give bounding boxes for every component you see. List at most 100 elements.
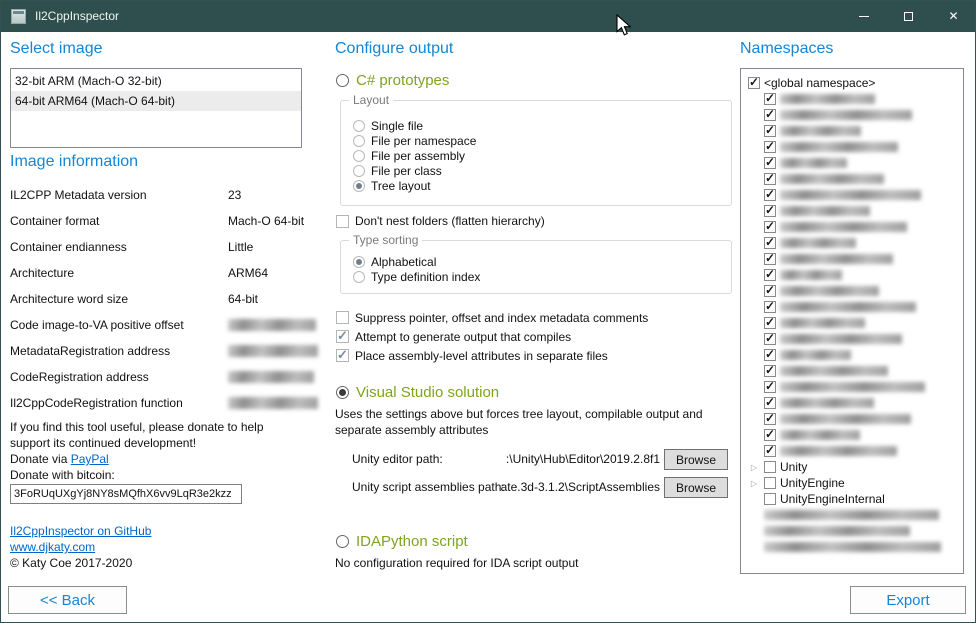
- checkbox-icon[interactable]: [764, 413, 776, 425]
- checkbox-icon[interactable]: [764, 125, 776, 137]
- browse-unity-editor-button[interactable]: Browse: [664, 449, 728, 470]
- namespace-row[interactable]: [748, 347, 963, 363]
- radio-option[interactable]: Tree layout: [353, 178, 723, 193]
- namespace-row[interactable]: [748, 155, 963, 171]
- namespace-row[interactable]: [748, 235, 963, 251]
- redacted-namespace: [780, 302, 916, 312]
- checkbox-icon[interactable]: [764, 333, 776, 345]
- visual-studio-solution-radio[interactable]: Visual Studio solution: [336, 384, 499, 401]
- info-row: CodeRegistration address: [10, 364, 322, 390]
- redacted-namespace: [780, 318, 865, 328]
- github-link[interactable]: Il2CppInspector on GitHub: [10, 524, 151, 538]
- paypal-link[interactable]: PayPal: [71, 452, 109, 466]
- namespace-row[interactable]: [748, 507, 963, 523]
- namespace-row[interactable]: [748, 427, 963, 443]
- image-list[interactable]: 32-bit ARM (Mach-O 32-bit)64-bit ARM64 (…: [10, 68, 302, 148]
- namespace-row[interactable]: [748, 315, 963, 331]
- checkbox-icon[interactable]: [764, 285, 776, 297]
- namespace-row[interactable]: [748, 171, 963, 187]
- radio-label: Single file: [371, 119, 423, 133]
- namespaces-tree[interactable]: <global namespace> UnityUnityEngineUnityE…: [740, 68, 964, 574]
- close-button[interactable]: [931, 0, 976, 32]
- namespace-row[interactable]: Unity: [748, 459, 963, 475]
- checkbox-icon[interactable]: [764, 397, 776, 409]
- checkbox-option[interactable]: Suppress pointer, offset and index metad…: [336, 308, 648, 327]
- unity-editor-path-value[interactable]: :\Unity\Hub\Editor\2019.2.8f1: [470, 452, 660, 466]
- checkbox-icon[interactable]: [764, 429, 776, 441]
- checkbox-icon[interactable]: [764, 301, 776, 313]
- checkbox-icon[interactable]: [764, 349, 776, 361]
- radio-label: File per namespace: [371, 134, 476, 148]
- checkbox-icon[interactable]: [764, 157, 776, 169]
- checkbox-option[interactable]: Attempt to generate output that compiles: [336, 327, 648, 346]
- radio-option[interactable]: File per namespace: [353, 133, 723, 148]
- namespace-row[interactable]: [748, 443, 963, 459]
- checkbox-icon[interactable]: [764, 493, 776, 505]
- namespace-row[interactable]: <global namespace>: [748, 75, 963, 91]
- radio-option[interactable]: File per class: [353, 163, 723, 178]
- idapython-script-radio[interactable]: IDAPython script: [336, 533, 468, 550]
- namespace-row[interactable]: UnityEngine: [748, 475, 963, 491]
- checkbox-icon[interactable]: [764, 253, 776, 265]
- namespace-row[interactable]: [748, 187, 963, 203]
- namespace-row[interactable]: [748, 523, 963, 539]
- redacted-value: [228, 345, 318, 357]
- checkbox-icon[interactable]: [764, 477, 776, 489]
- unity-editor-path-label: Unity editor path:: [352, 452, 443, 466]
- namespace-row[interactable]: [748, 267, 963, 283]
- checkbox-option[interactable]: Don't nest folders (flatten hierarchy): [336, 214, 545, 228]
- checkbox-icon[interactable]: [764, 173, 776, 185]
- back-button[interactable]: << Back: [8, 586, 127, 614]
- namespace-row[interactable]: UnityEngineInternal: [748, 491, 963, 507]
- namespace-row[interactable]: [748, 411, 963, 427]
- minimize-button[interactable]: [841, 0, 886, 32]
- namespace-row[interactable]: [748, 363, 963, 379]
- checkbox-icon[interactable]: [764, 381, 776, 393]
- radio-option[interactable]: File per assembly: [353, 148, 723, 163]
- checkbox-option[interactable]: Place assembly-level attributes in separ…: [336, 346, 648, 365]
- checkbox-icon[interactable]: [764, 221, 776, 233]
- radio-option[interactable]: Alphabetical: [353, 254, 723, 269]
- export-button[interactable]: Export: [850, 586, 966, 614]
- checkbox-icon[interactable]: [764, 445, 776, 457]
- checkbox-icon[interactable]: [764, 205, 776, 217]
- namespace-row[interactable]: [748, 539, 963, 555]
- namespace-row[interactable]: [748, 219, 963, 235]
- radio-icon: [353, 271, 365, 283]
- type-sorting-groupbox-label: Type sorting: [349, 233, 422, 247]
- namespace-row[interactable]: [748, 331, 963, 347]
- expander-icon[interactable]: [748, 479, 760, 488]
- checkbox-icon[interactable]: [764, 317, 776, 329]
- radio-option[interactable]: Type definition index: [353, 269, 723, 284]
- namespace-row[interactable]: [748, 251, 963, 267]
- checkbox-icon[interactable]: [764, 93, 776, 105]
- website-link[interactable]: www.djkaty.com: [10, 540, 95, 554]
- namespace-row[interactable]: [748, 107, 963, 123]
- namespace-row[interactable]: [748, 283, 963, 299]
- checkbox-icon[interactable]: [764, 365, 776, 377]
- namespace-row[interactable]: [748, 91, 963, 107]
- expander-icon[interactable]: [748, 463, 760, 472]
- namespace-row[interactable]: [748, 395, 963, 411]
- maximize-button[interactable]: [886, 0, 931, 32]
- checkbox-icon[interactable]: [764, 237, 776, 249]
- namespace-row[interactable]: [748, 123, 963, 139]
- namespace-row[interactable]: [748, 139, 963, 155]
- namespace-row[interactable]: [748, 203, 963, 219]
- checkbox-icon[interactable]: [764, 269, 776, 281]
- redacted-namespace: [780, 446, 897, 456]
- browse-script-assemblies-button[interactable]: Browse: [664, 477, 728, 498]
- namespace-row[interactable]: [748, 299, 963, 315]
- namespace-row[interactable]: [748, 379, 963, 395]
- checkbox-icon[interactable]: [748, 77, 760, 89]
- image-list-item[interactable]: 64-bit ARM64 (Mach-O 64-bit): [11, 91, 301, 111]
- checkbox-icon[interactable]: [764, 141, 776, 153]
- radio-option[interactable]: Single file: [353, 118, 723, 133]
- bitcoin-address-input[interactable]: [10, 484, 242, 504]
- checkbox-icon[interactable]: [764, 189, 776, 201]
- unity-script-assemblies-value[interactable]: ate.3d-3.1.2\ScriptAssemblies: [470, 480, 660, 494]
- checkbox-icon[interactable]: [764, 461, 776, 473]
- image-list-item[interactable]: 32-bit ARM (Mach-O 32-bit): [11, 71, 301, 91]
- csharp-prototypes-radio[interactable]: C# prototypes: [336, 72, 449, 89]
- checkbox-icon[interactable]: [764, 109, 776, 121]
